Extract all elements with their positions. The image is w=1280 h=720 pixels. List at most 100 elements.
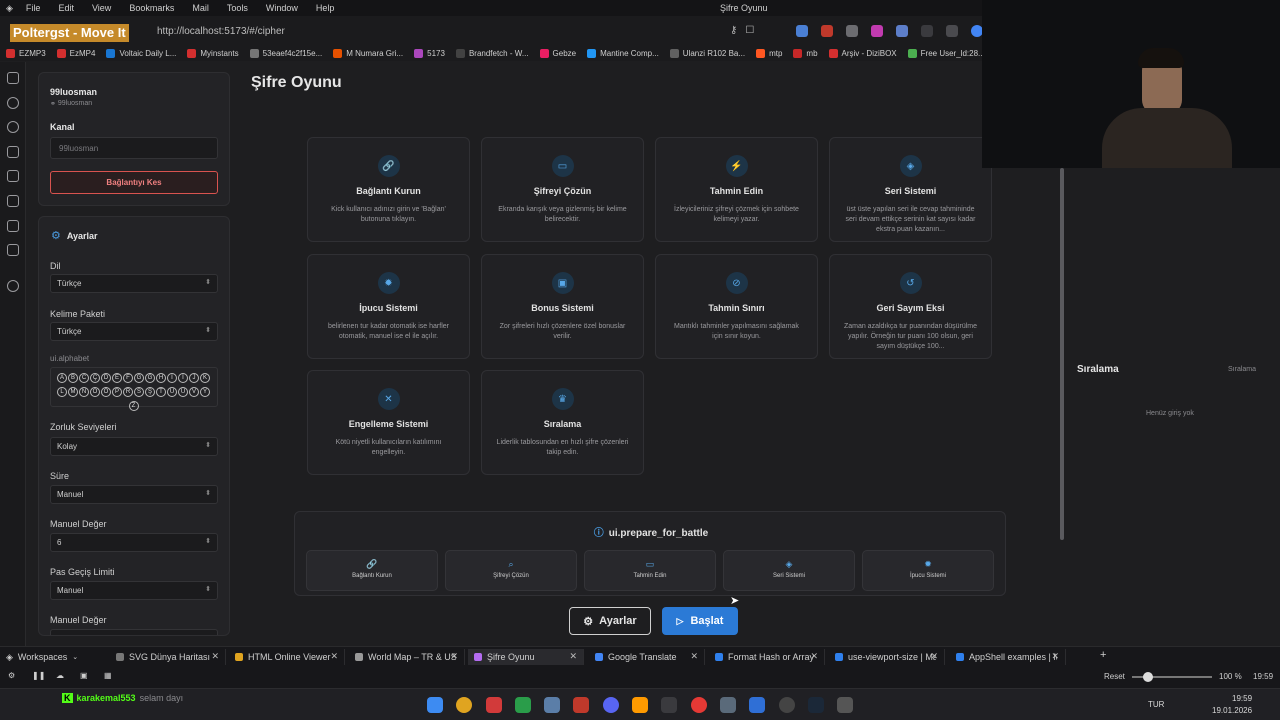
manual-value-input[interactable]: 6 ⬍ — [50, 533, 218, 552]
translate-extension-icon[interactable] — [796, 25, 808, 37]
battle-step[interactable]: ▭ Tahmin Edin — [584, 550, 716, 591]
bookmark-item[interactable]: 5173 — [414, 48, 445, 58]
alphabet-letter[interactable]: G — [134, 373, 144, 383]
illustrator-icon[interactable] — [632, 697, 648, 713]
menu-edit[interactable]: Edit — [49, 3, 83, 13]
paint-extension-icon[interactable] — [871, 25, 883, 37]
battle-step[interactable]: 🔗 Bağlantı Kurun — [306, 550, 438, 591]
browser-tab[interactable]: World Map – TR & US ✕ — [349, 649, 465, 665]
key-icon[interactable]: ⚷ — [730, 25, 737, 36]
bookmark-item[interactable]: M Numara Gri... — [333, 48, 403, 58]
git-icon[interactable] — [544, 697, 560, 713]
close-tab-icon[interactable]: ✕ — [930, 651, 938, 662]
pause-icon[interactable]: ❚❚ — [32, 671, 45, 680]
chrome-icon[interactable] — [456, 697, 472, 713]
alphabet-letter[interactable]: V — [189, 387, 199, 397]
url-field[interactable]: http://localhost:5173/#/cipher — [157, 26, 285, 37]
bookmark-item[interactable]: Myinstants — [187, 48, 239, 58]
close-tab-icon[interactable]: ✕ — [330, 651, 338, 662]
bookmark-item[interactable]: Gebze — [539, 48, 576, 58]
alphabet-letter[interactable]: Ğ — [145, 373, 155, 383]
bookmark-item[interactable]: 53eaef4c2f15e... — [249, 48, 322, 58]
alphabet-letter[interactable]: J — [189, 373, 199, 383]
reset-button[interactable]: Reset — [1104, 672, 1125, 681]
alphabet-letter[interactable]: Y — [200, 387, 210, 397]
bookmark-item[interactable]: EzMP4 — [56, 48, 95, 58]
steam-icon[interactable] — [808, 697, 824, 713]
browser-tab[interactable]: SVG Dünya Haritası ✕ — [110, 649, 226, 665]
battle-step[interactable]: ◈ Seri Sistemi — [723, 550, 855, 591]
bookmark-item[interactable]: EZMP3 — [6, 48, 46, 58]
alphabet-letter[interactable]: Z — [128, 401, 139, 411]
puzzle-extension-icon[interactable] — [921, 25, 933, 37]
clock[interactable]: 19:59 — [1232, 694, 1252, 703]
app-icon[interactable]: ◈ — [0, 3, 17, 14]
settings-button[interactable]: ⚙ Ayarlar — [569, 607, 651, 635]
alphabet-letter[interactable]: N — [79, 387, 89, 397]
browser-tab[interactable]: Şifre Oyunu ✕ — [468, 649, 584, 665]
translate-icon[interactable] — [7, 170, 19, 182]
cloud-icon[interactable]: ☁ — [56, 671, 64, 680]
bookmark-item[interactable]: Voltaic Daily L... — [106, 48, 176, 58]
alphabet-letter[interactable]: K — [200, 373, 210, 383]
browser-tab[interactable]: AppShell examples | M ✕ — [950, 649, 1066, 665]
menu-bookmarks[interactable]: Bookmarks — [120, 3, 183, 13]
wordpack-select[interactable]: Türkçe ⬍ — [50, 322, 218, 341]
menu-window[interactable]: Window — [257, 3, 307, 13]
new-tab-icon[interactable]: + — [1100, 649, 1106, 661]
settings-app-icon[interactable] — [837, 697, 853, 713]
alphabet-letter[interactable]: O — [90, 387, 100, 397]
window-icon[interactable] — [7, 195, 19, 207]
menu-tools[interactable]: Tools — [218, 3, 257, 13]
alphabet-letter[interactable]: P — [112, 387, 122, 397]
filezilla-icon[interactable] — [573, 697, 589, 713]
notes-icon[interactable] — [7, 146, 19, 158]
panel-icon[interactable] — [7, 72, 19, 84]
reader-icon[interactable] — [7, 220, 19, 232]
close-tab-icon[interactable]: ✕ — [211, 651, 219, 662]
battle-step[interactable]: ✹ İpucu Sistemi — [862, 550, 994, 591]
alphabet-letter[interactable]: Ç — [90, 373, 100, 383]
zoom-slider-thumb[interactable] — [1143, 672, 1153, 682]
alphabet-letter[interactable]: M — [68, 387, 78, 397]
sync-icon[interactable]: ⚙ — [8, 671, 15, 680]
browser-tab[interactable]: HTML Online Viewer ✕ — [229, 649, 345, 665]
battle-step[interactable]: ⌕ Şifreyi Çözün — [445, 550, 577, 591]
discord-icon[interactable] — [603, 697, 619, 713]
browser-tab[interactable]: Google Translate ✕ — [589, 649, 705, 665]
media-icon[interactable] — [691, 697, 707, 713]
bookmark-item[interactable]: mtp — [756, 48, 782, 58]
close-tab-icon[interactable]: ✕ — [810, 651, 818, 662]
date[interactable]: 19.01.2026 — [1212, 706, 1252, 715]
alphabet-letter[interactable]: D — [101, 373, 111, 383]
channel-input[interactable]: 99luosman — [50, 137, 218, 159]
stepper-icon[interactable]: ⬍ — [205, 537, 211, 545]
history-icon[interactable] — [7, 121, 19, 133]
close-tab-icon[interactable]: ✕ — [569, 651, 577, 662]
obs-icon[interactable] — [779, 697, 795, 713]
vscode-icon[interactable] — [749, 697, 765, 713]
pass-limit-select[interactable]: Manuel ⬍ — [50, 581, 218, 600]
calendar-icon[interactable]: ▦ — [104, 671, 112, 680]
alphabet-letter[interactable]: S — [134, 387, 144, 397]
alphabet-letter[interactable]: Ü — [178, 387, 188, 397]
app-icon[interactable] — [661, 697, 677, 713]
workspaces-button[interactable]: ◈ Workspaces ⌄ — [0, 649, 104, 665]
bookmark-item[interactable]: mb — [793, 48, 818, 58]
close-tab-icon[interactable]: ✕ — [1051, 651, 1059, 662]
language-select[interactable]: Türkçe ⬍ — [50, 274, 218, 293]
terminal-icon[interactable] — [515, 697, 531, 713]
alphabet-letter[interactable]: R — [123, 387, 133, 397]
alphabet-letter[interactable]: U — [167, 387, 177, 397]
folder-icon[interactable] — [720, 697, 736, 713]
bookmark-item[interactable]: Brandfetch - W... — [455, 48, 529, 58]
bookmark-icon[interactable]: ☐ — [745, 25, 754, 36]
language-indicator[interactable]: TUR — [1148, 700, 1164, 709]
alphabet-letter[interactable]: I — [167, 373, 177, 383]
alphabet-letter[interactable]: E — [112, 373, 122, 383]
bookmark-item[interactable]: Arşiv - DiziBOX — [828, 48, 897, 58]
alphabet-letter[interactable]: Ö — [101, 387, 111, 397]
disconnect-button[interactable]: Bağlantıyı Kes — [50, 171, 218, 194]
bookmark-item[interactable]: Mantine Comp... — [587, 48, 659, 58]
alphabet-letter[interactable]: F — [123, 373, 133, 383]
